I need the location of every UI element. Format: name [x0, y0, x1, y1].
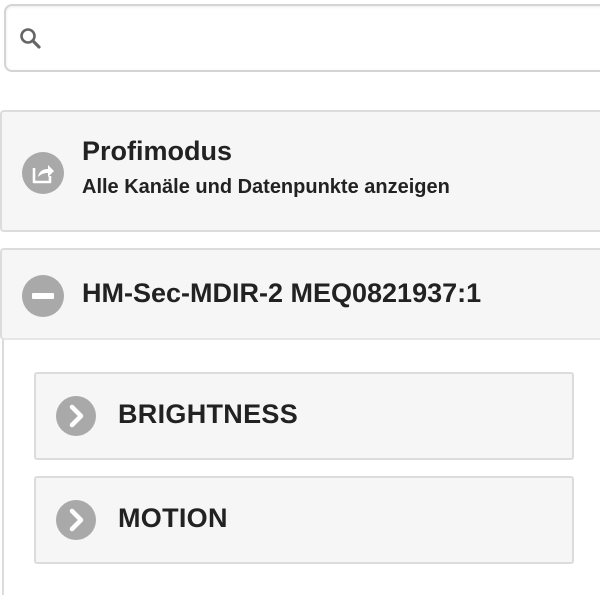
- channel-item-brightness[interactable]: BRIGHTNESS: [34, 372, 574, 460]
- profimodus-title: Profimodus: [82, 136, 233, 166]
- search-icon: [18, 26, 44, 52]
- profimodus-toggle[interactable]: Profimodus Alle Kanäle und Datenpunkte a…: [0, 110, 600, 232]
- channel-label: MOTION: [118, 503, 228, 533]
- chevron-right-icon: [56, 396, 96, 436]
- device-header[interactable]: HM-Sec-MDIR-2 MEQ0821937:1: [0, 248, 600, 340]
- device-title: HM-Sec-MDIR-2 MEQ0821937:1: [82, 278, 482, 308]
- chevron-right-icon: [56, 500, 96, 540]
- profimodus-subtitle: Alle Kanäle und Datenpunkte anzeigen: [82, 176, 450, 198]
- share-icon: [22, 152, 64, 194]
- page: Profimodus Alle Kanäle und Datenpunkte a…: [0, 0, 600, 595]
- search-input[interactable]: [54, 16, 598, 62]
- search-box[interactable]: [4, 4, 600, 72]
- minus-circle-icon[interactable]: [22, 275, 64, 317]
- channel-label: BRIGHTNESS: [118, 399, 299, 429]
- channel-item-motion[interactable]: MOTION: [34, 476, 574, 564]
